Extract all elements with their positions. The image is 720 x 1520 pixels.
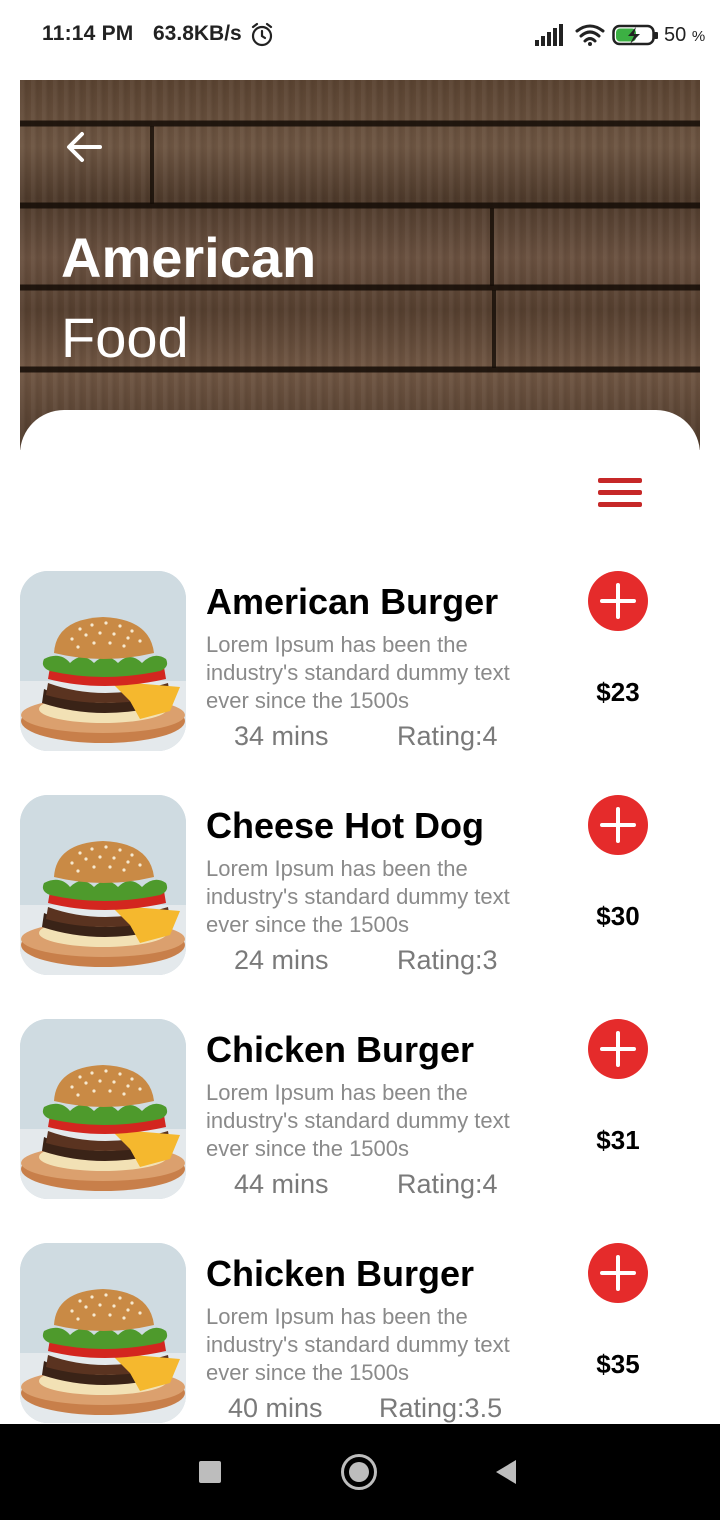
food-price: $35 [596, 1349, 640, 1379]
food-description: Lorem Ipsum has been the industry's stan… [206, 856, 510, 937]
menu-bar [598, 478, 642, 483]
food-name: Chicken Burger [206, 1253, 475, 1294]
burger-image [20, 795, 186, 975]
food-rating: Rating:4 [397, 721, 498, 751]
status-time: 11:14 PM [42, 22, 134, 45]
add-to-cart-button[interactable] [588, 1243, 648, 1303]
add-to-cart-button[interactable] [588, 1019, 648, 1079]
battery-percent: 50 % [664, 24, 706, 46]
food-prep-time: 44 mins [234, 1169, 329, 1199]
recents-square-icon[interactable] [199, 1461, 221, 1483]
hamburger-menu-icon[interactable] [596, 476, 644, 512]
network-speed: 63.8KB/s [153, 22, 242, 45]
plus-icon [616, 807, 620, 843]
food-rating: Rating:4 [397, 1169, 498, 1199]
plus-icon [616, 1031, 620, 1067]
food-rating: Rating:3.5 [379, 1393, 503, 1423]
food-list-item[interactable]: Cheese Hot Dog Lorem Ipsum has been the … [0, 795, 720, 985]
food-name: Chicken Burger [206, 1029, 475, 1070]
food-prep-time: 34 mins [234, 721, 329, 751]
food-price: $31 [596, 1125, 640, 1155]
food-price: $23 [596, 677, 640, 707]
plus-icon [616, 1255, 620, 1291]
battery-charging-icon [612, 24, 658, 46]
food-list-item[interactable]: Chicken Burger Lorem Ipsum has been the … [0, 1243, 720, 1424]
status-bar: 11:14 PM 63.8KB/s 50 % [0, 0, 720, 72]
food-name: Cheese Hot Dog [206, 805, 485, 846]
arrow-left-icon[interactable] [64, 130, 104, 164]
home-circle-icon[interactable] [341, 1454, 377, 1490]
menu-bar [598, 502, 642, 507]
wifi-icon [575, 24, 605, 46]
food-prep-time: 40 mins [228, 1393, 323, 1423]
back-triangle-icon[interactable] [494, 1459, 518, 1485]
food-description: Lorem Ipsum has been the industry's stan… [206, 1304, 510, 1385]
food-price: $30 [596, 901, 640, 931]
food-list-item[interactable]: American Burger Lorem Ipsum has been the… [0, 571, 720, 761]
wood-seam [492, 290, 496, 368]
wood-seam [150, 126, 154, 204]
food-rating: Rating:3 [397, 945, 498, 975]
burger-image [20, 1243, 186, 1423]
wood-seam [490, 208, 494, 286]
plus-icon [616, 583, 620, 619]
food-description: Lorem Ipsum has been the industry's stan… [206, 632, 510, 713]
alarm-icon [251, 22, 273, 47]
food-list-item[interactable]: Chicken Burger Lorem Ipsum has been the … [0, 1019, 720, 1209]
menu-bar [598, 490, 642, 495]
home-dot [349, 1462, 369, 1482]
add-to-cart-button[interactable] [588, 571, 648, 631]
signal-icon [535, 24, 563, 46]
burger-image [20, 571, 186, 751]
food-name: American Burger [206, 581, 499, 622]
page-title-line2: Food [61, 306, 189, 369]
food-prep-time: 24 mins [234, 945, 329, 975]
system-nav-bar [0, 1424, 720, 1520]
add-to-cart-button[interactable] [588, 795, 648, 855]
header-banner: American Food [20, 80, 700, 450]
page-title-line1: American [61, 226, 317, 289]
burger-image [20, 1019, 186, 1199]
food-description: Lorem Ipsum has been the industry's stan… [206, 1080, 510, 1161]
